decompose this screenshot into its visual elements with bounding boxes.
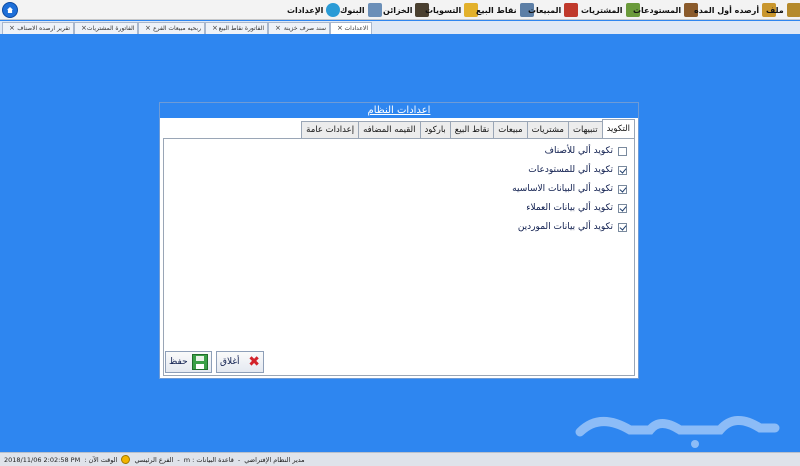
status-database: قاعدة البيانات : m: [183, 455, 234, 464]
status-separator: -: [177, 455, 180, 464]
coding-panel: تكويد ألي للأصناف تكويد ألي للمستودعات ت…: [163, 138, 635, 376]
dialog-tabs: التكويد تنبيهات مشتريات مبيعات نقاط البي…: [301, 119, 635, 138]
sales-icon: [564, 3, 579, 17]
tab-item-balance-report[interactable]: × تقرير ارصده الاصناف: [2, 22, 74, 34]
tab-cash-voucher[interactable]: × سند صرف خزينة: [268, 22, 330, 34]
menu-item-opening-balance[interactable]: أرصده أول المده: [694, 2, 777, 18]
haraj-watermark-logo: [575, 416, 780, 448]
menu-item-sales[interactable]: المبيعات: [528, 2, 579, 18]
option-auto-code-suppliers[interactable]: تكويد ألي بيانات الموردين: [518, 220, 627, 234]
menu-item-banks[interactable]: البنوك: [340, 2, 382, 18]
tab-general-settings[interactable]: إعدادات عامة: [301, 121, 360, 138]
tab-purchases[interactable]: مشتريات: [526, 121, 569, 138]
home-icon[interactable]: [2, 2, 18, 18]
status-time-label: الوقت الآن :: [84, 455, 118, 464]
menu-item-purchases[interactable]: المشتريات: [581, 2, 640, 18]
menu-item-safes[interactable]: الخزائن: [383, 2, 430, 18]
menu-item-warehouses[interactable]: المستودعات: [633, 2, 699, 18]
option-auto-code-customers[interactable]: تكويد ألي بيانات العملاء: [526, 201, 627, 215]
tab-alerts[interactable]: تنبيهات: [567, 121, 603, 138]
checkbox-auto-code-warehouses[interactable]: [618, 165, 627, 175]
tab-branch-sales-profit[interactable]: × ربحيه مبيعات الفرع: [138, 22, 205, 34]
checkbox-auto-code-basic-data[interactable]: [618, 184, 627, 194]
tab-coding[interactable]: التكويد: [601, 119, 635, 138]
menu-item-pos[interactable]: نقاط البيع: [476, 2, 534, 18]
menu-item-adjustments[interactable]: التسويات: [425, 2, 479, 18]
close-x-icon: ✖: [248, 354, 260, 370]
close-button[interactable]: أغلاق ✖: [216, 351, 264, 373]
user-icon: [121, 455, 131, 464]
option-auto-code-items[interactable]: تكويد ألي للأصناف: [545, 144, 627, 158]
tab-pos-invoice[interactable]: × الفاتورة نقاط البيع: [205, 22, 268, 34]
save-button[interactable]: حفظ: [165, 351, 212, 373]
banks-icon: [367, 3, 382, 17]
dialog-title: اعدادات النظام: [160, 103, 638, 118]
system-settings-dialog: اعدادات النظام التكويد تنبيهات مشتريات م…: [159, 102, 639, 379]
settings-icon: [326, 3, 341, 17]
option-auto-code-warehouses[interactable]: تكويد ألي للمستودعات: [528, 163, 627, 177]
tab-settings[interactable]: × الاعدادات: [330, 22, 372, 34]
file-icon: [786, 3, 800, 17]
menu-item-settings[interactable]: الإعدادات: [287, 2, 341, 18]
status-separator: -: [237, 455, 241, 464]
status-time-value: 2018/11/06 2:02:58 PM: [4, 455, 81, 464]
checkbox-auto-code-items[interactable]: [618, 146, 627, 156]
status-branch: الفرع الرئيسي: [134, 455, 174, 464]
tab-purchase-invoice[interactable]: × الفاتورة المشتريات: [74, 22, 138, 34]
checkbox-auto-code-customers[interactable]: [618, 203, 627, 213]
menu-bar: الإعدادات البنوك الخزائن التسويات نقاط ا…: [0, 0, 800, 20]
tab-vat[interactable]: القيمه المضافه: [358, 121, 421, 138]
option-auto-code-basic-data[interactable]: تكويد ألي البيانات الاساسيه: [512, 182, 627, 196]
menu-item-file[interactable]: ملف: [766, 2, 800, 18]
checkbox-auto-code-suppliers[interactable]: [618, 222, 627, 232]
tab-pos[interactable]: نقاط البيع: [449, 121, 495, 138]
document-tab-strip: × الاعدادات × سند صرف خزينة × الفاتورة ن…: [0, 21, 800, 34]
tab-sales[interactable]: مبيعات: [493, 121, 528, 138]
status-user: مدير النظام الإفتراضي: [244, 455, 305, 464]
tab-barcode[interactable]: باركود: [419, 121, 451, 138]
status-bar: مدير النظام الإفتراضي - قاعدة البيانات :…: [0, 452, 800, 466]
save-icon: [192, 354, 208, 370]
